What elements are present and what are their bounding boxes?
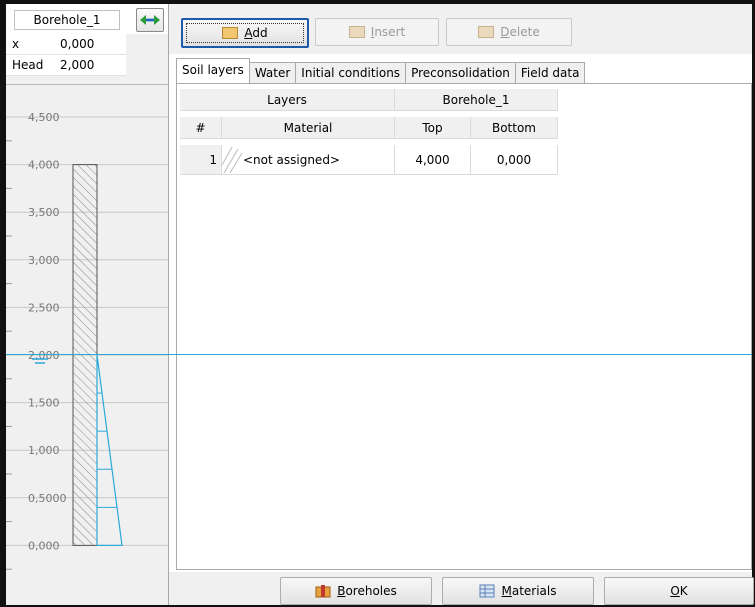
ok-button-label: OK [670,584,688,598]
borehole-panel: Borehole_1 x 0,000 Head 2,000 4,500 4,000… [6,4,169,605]
prop-row-x[interactable]: x 0,000 [6,34,126,55]
borehole-profile-svg: 4,500 4,000 3,500 3,000 2,500 2,000 1,500 1,000… [6,111,168,570]
materials-button-label: Materials [501,584,557,598]
row-material: <not assigned> [243,153,340,167]
depth-label: 1,000 [28,444,60,457]
borehole-selector-row: Borehole_1 [6,4,168,34]
col-header-num[interactable]: # [180,117,222,139]
prop-value[interactable]: 0,000 [60,37,94,51]
delete-button-label: Delete [500,25,540,39]
row-bottom[interactable]: 0,000 [471,145,558,175]
delete-button[interactable]: Delete [446,18,572,46]
tab-strip: Soil layers Water Initial conditions Pre… [176,58,586,83]
depth-label: 3,500 [28,206,60,219]
material-hatch-swatch [222,146,242,174]
prop-key: Head [12,58,44,72]
col-header-bottom[interactable]: Bottom [471,117,558,139]
boreholes-icon [315,585,331,598]
depth-label: 4,000 [28,159,60,172]
add-button-label: Add [244,26,268,40]
insert-layer-icon [348,26,365,38]
borehole-name-field[interactable]: Borehole_1 [14,10,120,30]
insert-button[interactable]: Insert [315,18,439,46]
depth-label: 2,000 [28,349,60,362]
phreatic-level-line [6,354,752,355]
depth-label: 0,5000 [28,492,67,505]
row-top[interactable]: 4,000 [395,145,471,175]
borehole-profile: 4,500 4,000 3,500 3,000 2,500 2,000 1,500 1,000… [6,84,168,605]
soil-layers-pane: Layers Borehole_1 # Material Top Bottom … [176,83,752,570]
boreholes-button-label: Boreholes [337,584,397,598]
tab-water[interactable]: Water [248,62,297,83]
bottom-button-bar: Boreholes Materials OK [169,572,754,605]
delete-layer-icon [478,26,495,38]
materials-icon [479,584,495,598]
tab-initial-conditions[interactable]: Initial conditions [295,62,407,83]
col-header-material[interactable]: Material [222,117,395,139]
materials-button[interactable]: Materials [442,577,594,605]
swap-borehole-button[interactable] [136,8,164,32]
row-material-cell[interactable]: <not assigned> [222,145,395,175]
insert-button-label: Insert [370,25,406,39]
ok-button[interactable]: OK [604,577,754,605]
depth-label: 3,000 [28,254,60,267]
group-header-borehole: Borehole_1 [395,89,558,111]
depth-label: 0,000 [28,539,60,552]
soil-column [72,164,98,546]
double-arrow-icon [140,15,160,25]
prop-row-head[interactable]: Head 2,000 [6,55,126,76]
depth-labels: 4,500 4,000 3,500 3,000 2,500 2,000 1,500 1,000… [28,111,67,552]
tab-field-data[interactable]: Field data [514,62,586,83]
tab-soil-layers[interactable]: Soil layers [176,58,250,83]
col-header-top[interactable]: Top [395,117,471,139]
group-header-layers: Layers [180,89,395,111]
add-button[interactable]: Add [181,18,309,48]
toolbar: Add Insert Delete [169,4,752,54]
depth-label: 1,500 [28,397,60,410]
prop-key: x [12,37,20,51]
add-layer-icon [222,27,239,39]
depth-label: 4,500 [28,111,60,124]
boreholes-button[interactable]: Boreholes [280,577,432,605]
table-group-header: Layers Borehole_1 [180,89,558,111]
row-num: 1 [180,145,222,175]
prop-value[interactable]: 2,000 [60,58,94,72]
depth-label: 2,500 [28,301,60,314]
table-column-header: # Material Top Bottom [180,117,558,139]
tab-preconsolidation[interactable]: Preconsolidation [405,62,516,83]
